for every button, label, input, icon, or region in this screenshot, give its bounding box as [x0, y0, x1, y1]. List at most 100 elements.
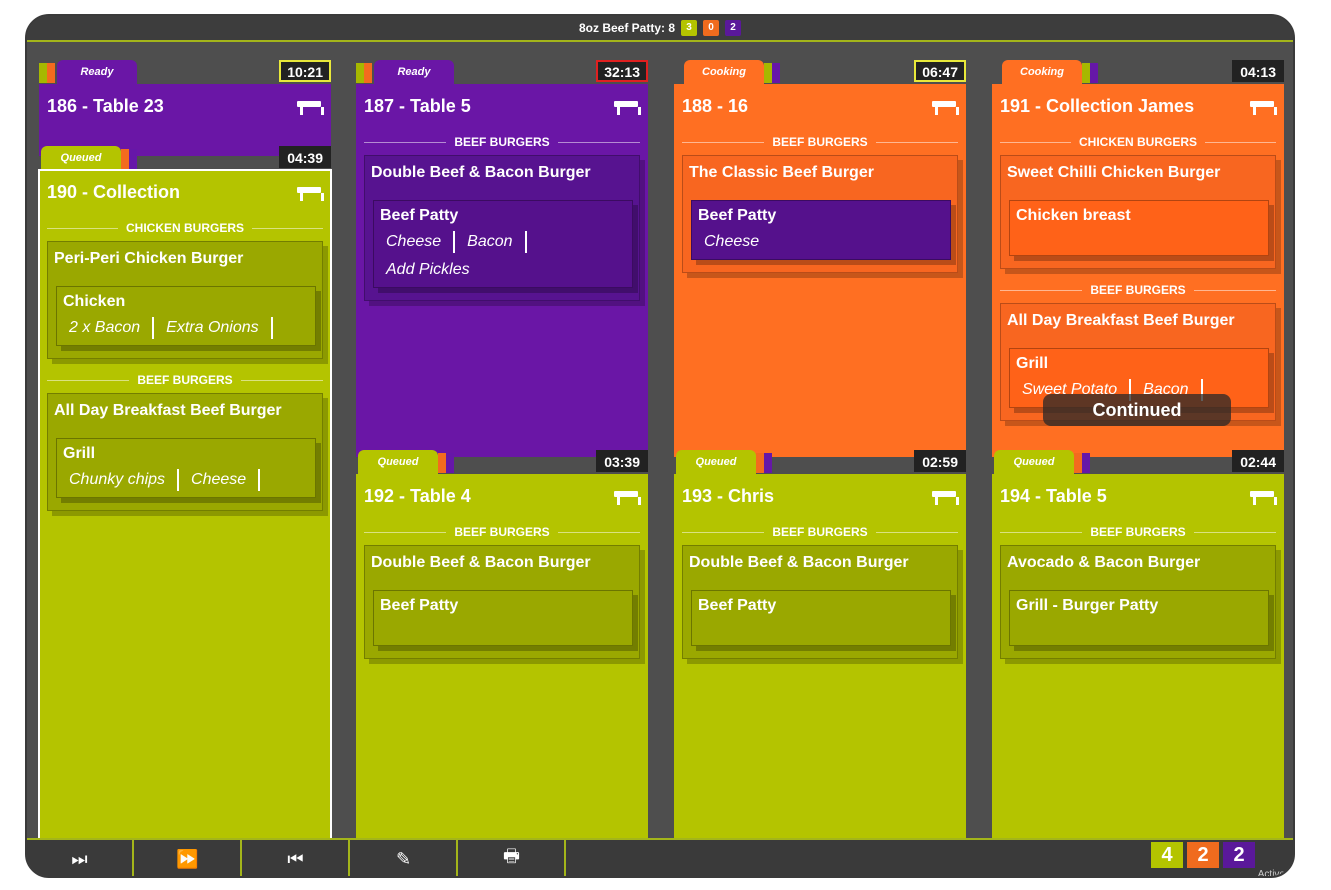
modifier-group: Grill - Burger Patty	[1009, 590, 1269, 646]
table-icon	[297, 185, 324, 201]
item-name: All Day Breakfast Beef Burger	[1007, 312, 1235, 329]
modifier-name: Grill - Burger Patty	[1016, 597, 1159, 614]
ticket-header: 194 - Table 5	[992, 474, 1284, 519]
modifier-option: Bacon	[467, 231, 527, 253]
ticket-body: 193 - Chris BEEF BURGERS Double Beef & B…	[674, 474, 966, 848]
ticket-187[interactable]: Ready 32:13 187 - Table 5 BEEF BURGERS D…	[356, 60, 648, 457]
ticket-190[interactable]: Queued 04:39 190 - Collection CHICKEN BU…	[38, 146, 332, 849]
ticket-body: 194 - Table 5 BEEF BURGERS Avocado & Bac…	[992, 474, 1284, 848]
modifier-group: Beef Patty Cheese Bacon Add Pickles	[373, 200, 633, 288]
category-label: CHICKEN BURGERS	[39, 217, 331, 239]
timer: 02:59	[914, 450, 966, 472]
ticket-193[interactable]: Queued 02:59 193 - Chris BEEF BURGERS Do…	[674, 450, 966, 848]
ticket-header: 191 - Collection James	[992, 84, 1284, 129]
table-icon	[1250, 489, 1277, 505]
status-stripes	[356, 63, 372, 83]
table-icon	[1250, 99, 1277, 115]
status-stripes	[756, 453, 772, 473]
status-stripes	[1082, 63, 1098, 83]
ticket-header: 193 - Chris	[674, 474, 966, 519]
ticket-188[interactable]: Cooking 06:47 188 - 16 BEEF BURGERS The …	[674, 60, 966, 457]
modifier-name: Grill	[63, 445, 96, 462]
modifier-option: 2 x Bacon	[69, 317, 155, 339]
status-stripes	[438, 453, 454, 473]
order-item[interactable]: Double Beef & Bacon Burger Beef Patty	[364, 545, 640, 659]
modifier-name: Beef Patty	[380, 207, 459, 224]
summary-bar: 8oz Beef Patty: 8 3 0 2	[27, 16, 1293, 42]
summary-count-cooking: 0	[703, 20, 720, 36]
timer: 06:47	[914, 60, 966, 82]
ticket-192[interactable]: Queued 03:39 192 - Table 4 BEEF BURGERS …	[356, 450, 648, 848]
order-item[interactable]: All Day Breakfast Beef Burger Grill Chun…	[47, 393, 323, 511]
status-counts: 4 2 2	[1151, 842, 1255, 868]
ticket-186[interactable]: Ready 10:21 186 - Table 23	[39, 60, 331, 156]
table-icon	[614, 489, 641, 505]
order-item[interactable]: Double Beef & Bacon Burger Beef Patty	[682, 545, 958, 659]
print-button[interactable]: 🖶	[459, 840, 566, 876]
modifier-option: Chunky chips	[69, 469, 180, 491]
item-name: All Day Breakfast Beef Burger	[54, 402, 282, 419]
timer: 02:44	[1232, 450, 1284, 472]
status-tab: Cooking	[1002, 60, 1082, 84]
modifier-name: Chicken breast	[1016, 207, 1131, 224]
modifier-options: Cheese Bacon Add Pickles	[380, 231, 626, 281]
timer: 04:13	[1232, 60, 1284, 82]
ticket-header: 186 - Table 23	[39, 84, 331, 129]
modifier-group: Chicken breast	[1009, 200, 1269, 256]
status-tab: Ready	[57, 60, 137, 84]
status-tab: Queued	[994, 450, 1074, 474]
edit-icon: ✎	[395, 848, 412, 869]
modifier-options: 2 x Bacon Extra Onions	[63, 317, 309, 339]
category-label: BEEF BURGERS	[674, 131, 966, 153]
ticket-title: 192 - Table 4	[364, 486, 471, 506]
recall-button[interactable]: ⏮	[243, 840, 350, 876]
timer: 10:21	[279, 60, 331, 82]
bump-button[interactable]: ⏭	[27, 840, 134, 876]
status-tab: Queued	[41, 146, 121, 170]
summary-count-ready: 2	[725, 20, 742, 36]
ticket-body: 187 - Table 5 BEEF BURGERS Double Beef &…	[356, 84, 648, 457]
bump-icon: ⏭	[71, 848, 88, 869]
order-item[interactable]: Avocado & Bacon Burger Grill - Burger Pa…	[1000, 545, 1276, 659]
status-stripes	[1074, 453, 1090, 473]
order-item[interactable]: Double Beef & Bacon Burger Beef Patty Ch…	[364, 155, 640, 301]
order-item[interactable]: The Classic Beef Burger Beef Patty Chees…	[682, 155, 958, 273]
ticket-title: 188 - 16	[682, 96, 749, 116]
summary-text: 8oz Beef Patty: 8	[578, 21, 676, 35]
item-name: Double Beef & Bacon Burger	[689, 554, 909, 571]
order-item[interactable]: Peri-Peri Chicken Burger Chicken 2 x Bac…	[47, 241, 323, 359]
ticket-header: 192 - Table 4	[356, 474, 648, 519]
ticket-title: 194 - Table 5	[1000, 486, 1107, 506]
modifier-option: Cheese	[191, 469, 261, 491]
item-name: The Classic Beef Burger	[689, 164, 874, 181]
modifier-option: Cheese	[386, 231, 456, 253]
modifier-name: Chicken	[63, 293, 126, 310]
item-name: Avocado & Bacon Burger	[1007, 554, 1201, 571]
status-stripes	[764, 63, 780, 83]
timer: 32:13	[596, 60, 648, 82]
ticket-title: 193 - Chris	[682, 486, 775, 506]
ticket-title: 190 - Collection	[47, 182, 181, 202]
modifier-group: Beef Patty	[373, 590, 633, 646]
order-item[interactable]: Sweet Chilli Chicken Burger Chicken brea…	[1000, 155, 1276, 269]
category-label: BEEF BURGERS	[992, 279, 1284, 301]
status-tab: Queued	[676, 450, 756, 474]
timer: 03:39	[596, 450, 648, 472]
table-icon	[932, 99, 959, 115]
ticket-body: 190 - Collection CHICKEN BURGERS Peri-Pe…	[38, 169, 332, 849]
edit-button[interactable]: ✎	[351, 840, 458, 876]
bottom-toolbar: ⏭ ⏩ ⏮ ✎ 🖶 4 2 2 Active	[27, 838, 1293, 876]
count-queued: 4	[1151, 842, 1183, 868]
ticket-194[interactable]: Queued 02:44 194 - Table 5 BEEF BURGERS …	[992, 450, 1284, 848]
table-icon	[614, 99, 641, 115]
bump-all-button[interactable]: ⏩	[135, 840, 242, 876]
item-name: Sweet Chilli Chicken Burger	[1007, 164, 1221, 181]
category-label: BEEF BURGERS	[356, 521, 648, 543]
modifier-options: Cheese	[698, 231, 944, 253]
print-icon: 🖶	[503, 846, 520, 866]
ticket-header: 187 - Table 5	[356, 84, 648, 129]
modifier-group: Grill Chunky chips Cheese	[56, 438, 316, 498]
item-name: Double Beef & Bacon Burger	[371, 554, 591, 571]
count-ready: 2	[1223, 842, 1255, 868]
item-name: Double Beef & Bacon Burger	[371, 164, 591, 181]
